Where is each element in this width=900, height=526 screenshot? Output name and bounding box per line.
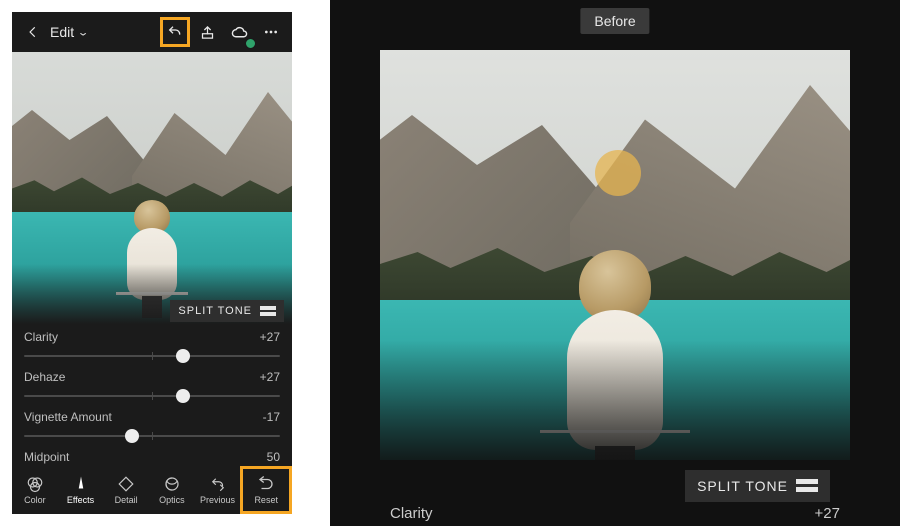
preview-split-tone-button[interactable]: SPLIT TONE	[685, 470, 830, 502]
preview-canvas[interactable]	[380, 50, 850, 460]
split-tone-button[interactable]: SPLIT TONE	[170, 300, 284, 322]
tool-detail[interactable]: Detail	[103, 466, 149, 514]
slider-panel: Clarity+27 Dehaze+27 Vignette Amount-17 …	[12, 330, 292, 470]
tool-reset[interactable]: Reset	[240, 466, 292, 514]
split-tone-icon	[260, 306, 276, 316]
tool-effects[interactable]: Effects	[58, 466, 104, 514]
phone-editor: Edit ⌄ SPLIT TONE	[12, 12, 292, 514]
chevron-down-icon: ⌄	[77, 26, 89, 38]
split-tone-label: SPLIT TONE	[178, 305, 252, 317]
preview-clarity-value: +27	[815, 505, 840, 522]
more-button[interactable]	[256, 17, 286, 47]
tool-previous[interactable]: Previous	[195, 466, 241, 514]
dehaze-slider[interactable]	[24, 388, 280, 404]
top-bar: Edit ⌄	[12, 12, 292, 52]
before-badge: Before	[580, 8, 649, 34]
touch-indicator-icon	[595, 150, 641, 196]
back-button[interactable]	[18, 17, 48, 47]
clarity-slider[interactable]	[24, 348, 280, 364]
vignette-slider[interactable]	[24, 428, 280, 444]
tool-color[interactable]: Color	[12, 466, 58, 514]
cloud-sync-icon[interactable]	[224, 17, 254, 47]
slider-dehaze: Dehaze+27	[24, 370, 280, 404]
split-tone-label: SPLIT TONE	[697, 478, 788, 494]
edit-menu[interactable]: Edit ⌄	[50, 24, 89, 41]
bottom-toolbar: Color Effects Detail Optics Previous Res…	[12, 466, 292, 514]
photo-canvas[interactable]	[12, 52, 292, 324]
slider-clarity: Clarity+27	[24, 330, 280, 364]
slider-midpoint: Midpoint50	[24, 450, 280, 464]
edit-label: Edit	[50, 24, 74, 40]
share-button[interactable]	[192, 17, 222, 47]
preview-panel: Before SPLIT TONE Clarity +27	[330, 0, 900, 526]
slider-vignette: Vignette Amount-17	[24, 410, 280, 444]
split-tone-icon	[796, 479, 818, 493]
undo-button[interactable]	[160, 17, 190, 47]
preview-clarity-label: Clarity	[390, 505, 433, 522]
tool-optics[interactable]: Optics	[149, 466, 195, 514]
